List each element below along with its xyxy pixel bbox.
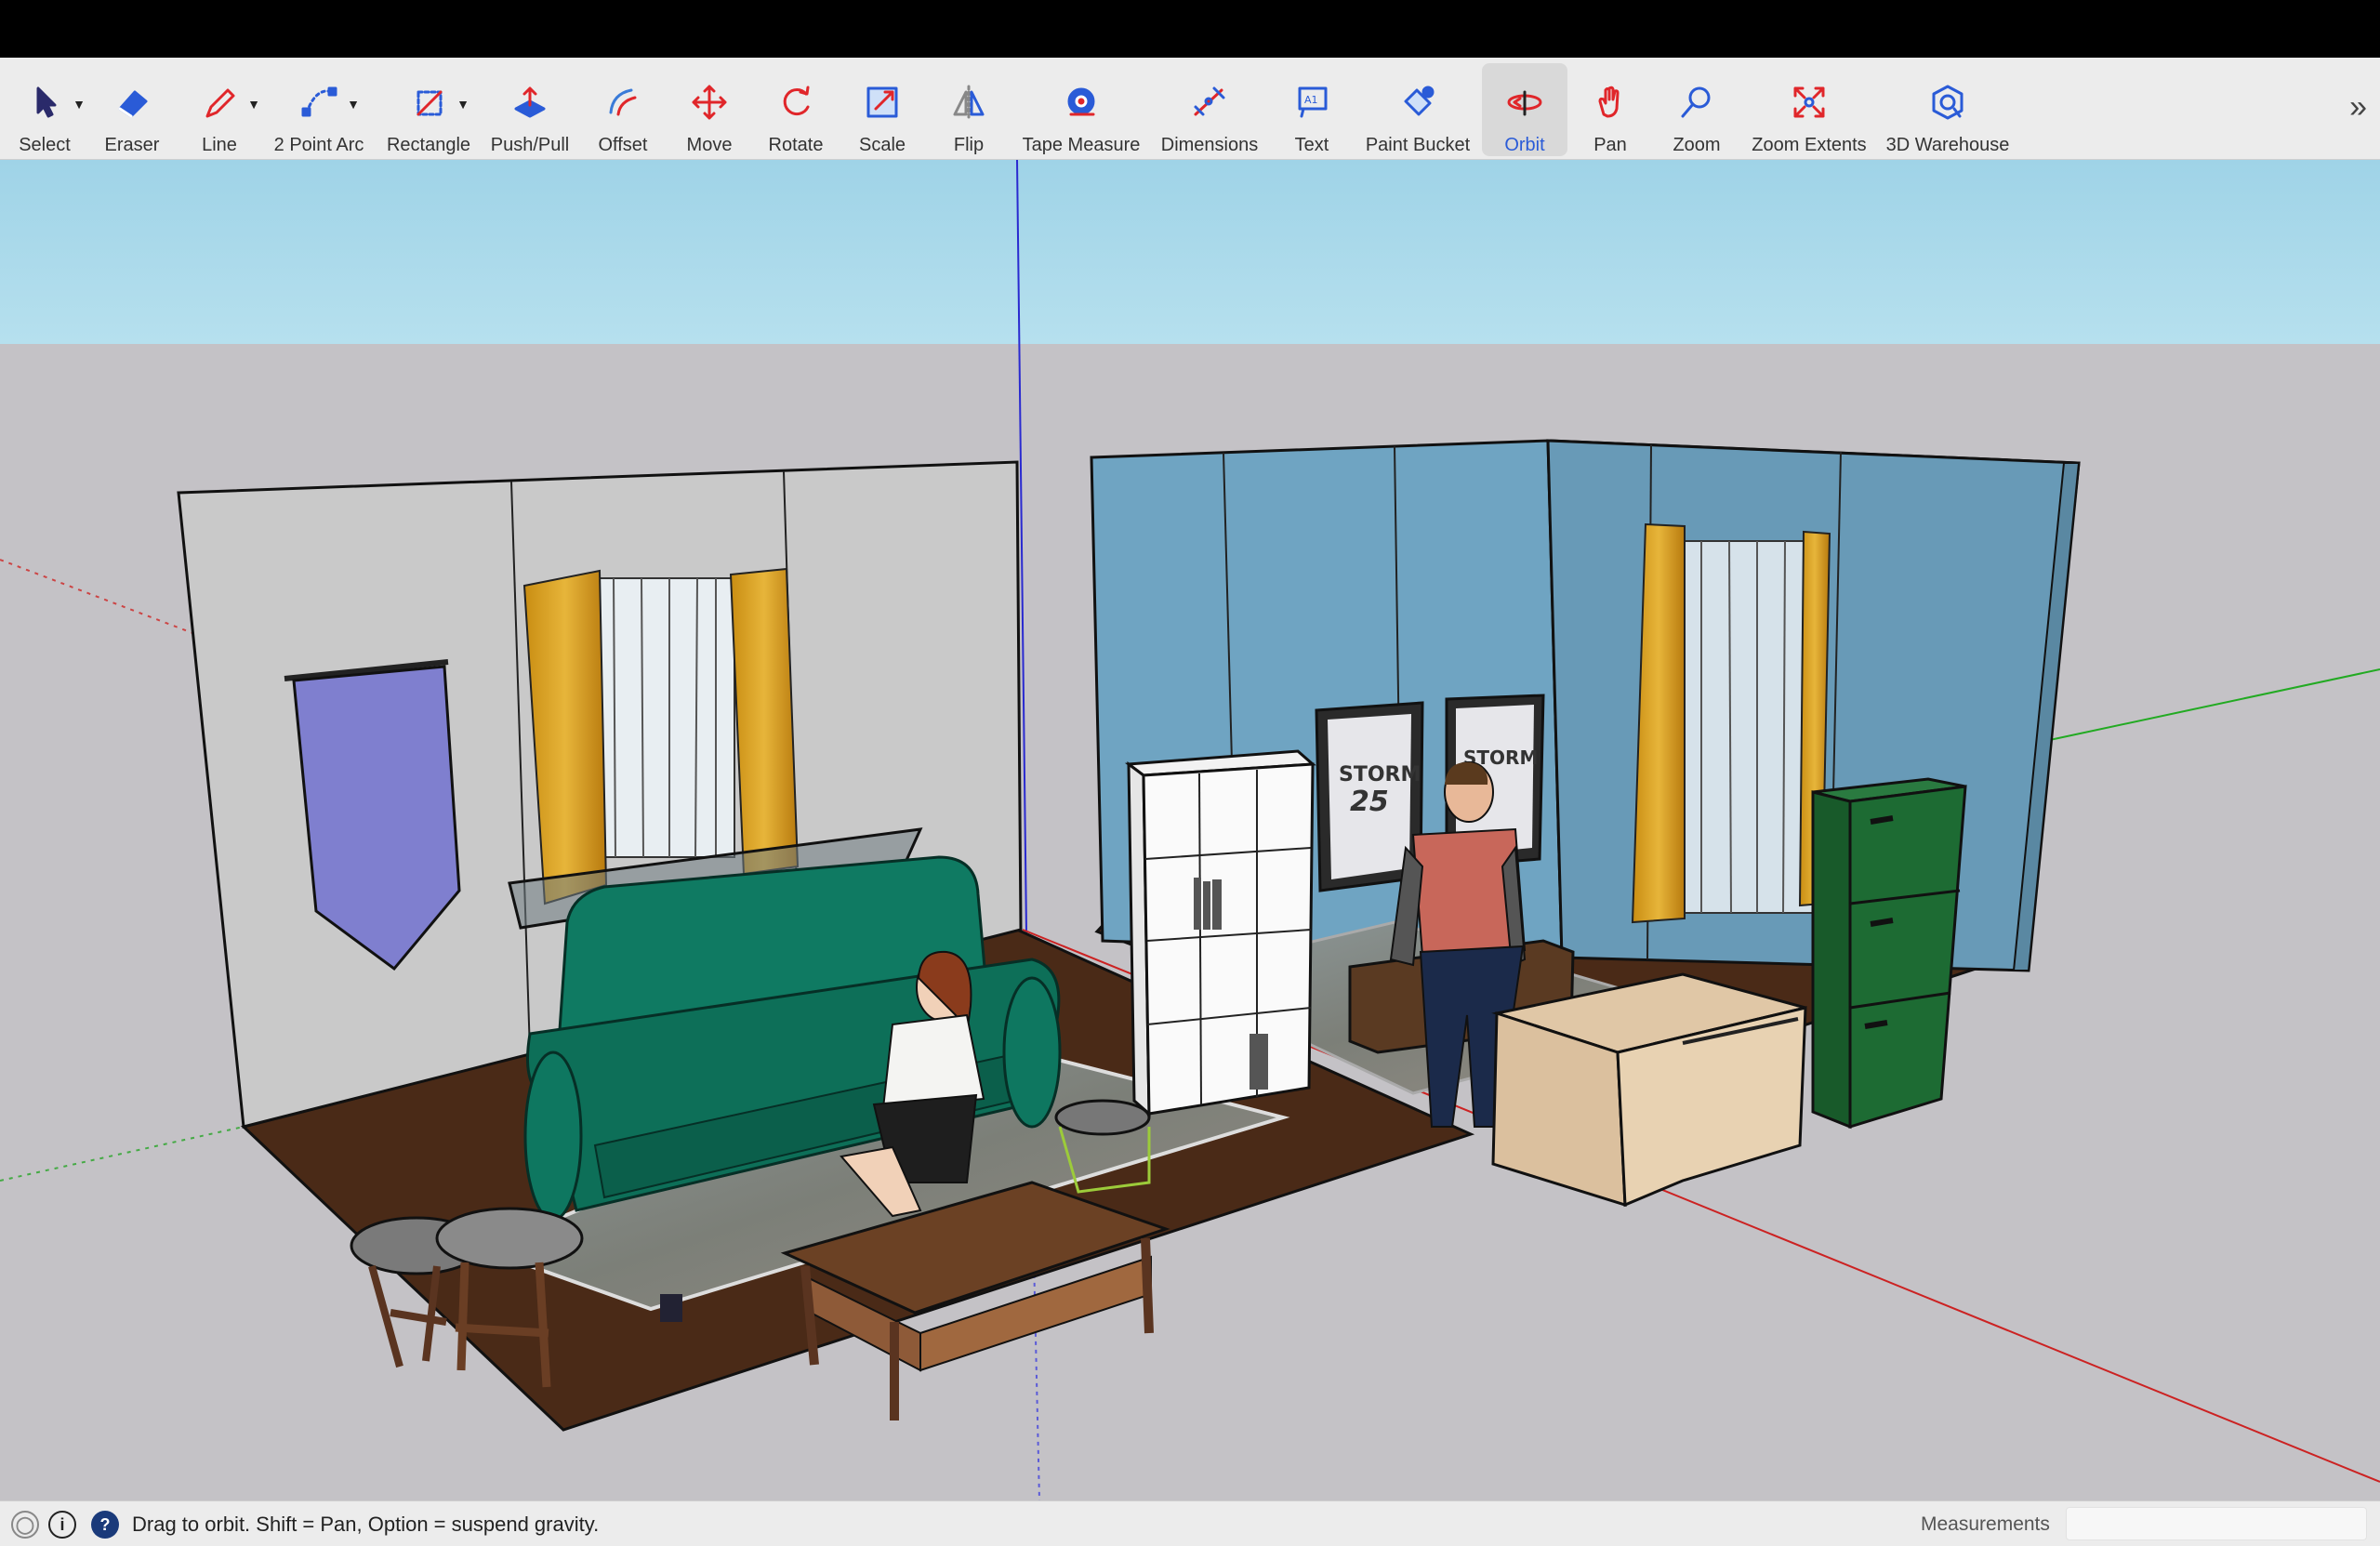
bedroom-office-model[interactable]: STORM 25 STORM — [1090, 439, 2081, 1208]
tool-label: Dimensions — [1160, 135, 1259, 155]
rotate-icon — [772, 78, 820, 126]
geo-location-icon[interactable]: ◯ — [11, 1511, 39, 1539]
scale-icon — [858, 78, 906, 126]
status-message: Drag to orbit. Shift = Pan, Option = sus… — [132, 1513, 600, 1536]
3d-viewport[interactable]: STORM 25 STORM — [0, 159, 2380, 1501]
tool-label: 2 Point Arc — [273, 135, 364, 155]
tool-label: Pan — [1593, 135, 1627, 155]
scene-canvas[interactable]: STORM 25 STORM — [0, 159, 2380, 1501]
green-filing-cabinet — [1811, 777, 1967, 1130]
pencil-icon: ▼ — [195, 78, 260, 126]
zoom-icon — [1673, 78, 1721, 126]
tool-paint-button[interactable]: Paint Bucket — [1357, 63, 1478, 156]
tool-label: Zoom — [1673, 135, 1721, 155]
title-bar — [0, 0, 2380, 58]
tool-label: Push/Pull — [490, 135, 570, 155]
white-bookshelf — [1124, 749, 1316, 1117]
tool-flip-button[interactable]: Flip — [908, 63, 1029, 156]
measurements-field[interactable] — [2066, 1507, 2367, 1540]
svg-text:A1: A1 — [1304, 94, 1318, 106]
tool-text-button[interactable]: A1 Text — [1251, 63, 1372, 156]
tool-arc-button[interactable]: ▼ 2 Point Arc — [258, 63, 379, 156]
chevron-double-right-icon[interactable]: » — [2349, 89, 2367, 126]
tool-tape-button[interactable]: Tape Measure — [1021, 63, 1142, 156]
tool-label: Rectangle — [386, 135, 471, 155]
offset-icon — [599, 78, 647, 126]
tool-warehouse-button[interactable]: 3D Warehouse — [1885, 63, 2010, 156]
tool-label: Eraser — [104, 135, 160, 155]
tool-label: Orbit — [1504, 135, 1545, 155]
zoom-extents-icon — [1785, 78, 1833, 126]
move-icon — [685, 78, 734, 126]
warehouse-icon — [1924, 78, 1972, 126]
bedroom-window — [1673, 540, 1814, 914]
push-pull-icon — [506, 78, 554, 126]
tool-label: Paint Bucket — [1365, 135, 1471, 155]
tool-zoom-button[interactable]: Zoom — [1636, 63, 1757, 156]
dimensions-icon — [1185, 78, 1234, 126]
tool-label: Text — [1294, 135, 1329, 155]
sketchup-window: ▼ Select Eraser ▼ Line ▼ 2 Point Arc ▼ Rectangle… — [0, 0, 2380, 1546]
chevron-down-icon[interactable]: ▼ — [456, 97, 469, 112]
select-arrow-icon: ▼ — [20, 78, 86, 126]
round-side-table — [1054, 1099, 1151, 1136]
rectangle-icon: ▼ — [404, 78, 469, 126]
sky — [0, 160, 2380, 344]
status-bar: ◯ i ? Drag to orbit. Shift = Pan, Option… — [0, 1500, 2380, 1546]
text-icon: A1 — [1288, 78, 1336, 126]
tool-label: Offset — [598, 135, 648, 155]
tool-label: Move — [686, 135, 733, 155]
pan-hand-icon — [1586, 78, 1634, 126]
tool-zoomext-button[interactable]: Zoom Extents — [1749, 63, 1870, 156]
tool-label: Tape Measure — [1022, 135, 1141, 155]
tool-label: Flip — [953, 135, 985, 155]
jersey-left-number: 25 — [1350, 786, 1389, 818]
flip-icon — [945, 78, 993, 126]
tool-label: Zoom Extents — [1752, 135, 1867, 155]
eraser-icon — [108, 78, 156, 126]
tool-label: Rotate — [768, 135, 824, 155]
main-toolbar: ▼ Select Eraser ▼ Line ▼ 2 Point Arc ▼ Rectangle… — [0, 58, 2380, 160]
jersey-left-text: STORM — [1339, 763, 1421, 786]
tape-measure-icon — [1057, 78, 1105, 126]
help-icon[interactable]: ? — [91, 1511, 119, 1539]
credits-icon[interactable]: i — [48, 1511, 76, 1539]
orbit-icon — [1501, 78, 1549, 126]
tool-label: Line — [202, 135, 237, 155]
arc-icon: ▼ — [295, 78, 360, 126]
paint-bucket-icon — [1394, 78, 1442, 126]
tool-label: Select — [19, 135, 71, 155]
measurements-label: Measurements — [1921, 1513, 2050, 1535]
tool-label: Scale — [858, 135, 906, 155]
chevron-down-icon[interactable]: ▼ — [347, 97, 360, 112]
tool-label: 3D Warehouse — [1885, 135, 2010, 155]
